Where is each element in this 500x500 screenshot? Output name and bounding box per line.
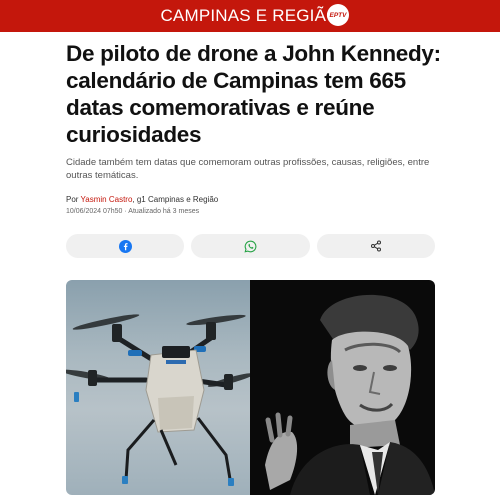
drone-photo [66, 280, 255, 495]
byline-suffix: , g1 Campinas e Região [132, 195, 219, 204]
section-title[interactable]: CAMPINAS E REGIÃO [160, 6, 339, 26]
article-subtitle: Cidade também tem datas que comemoram ou… [66, 157, 430, 181]
share-icon [370, 240, 381, 252]
section-header: CAMPINAS E REGIÃO EPTV [0, 0, 500, 32]
publish-date: 10/06/2024 07h50 · Atualizado há 3 meses [66, 208, 200, 215]
share-whatsapp-button[interactable] [191, 234, 310, 258]
hero-image[interactable] [66, 280, 435, 495]
byline: Por Yasmin Castro, g1 Campinas e Região [66, 195, 218, 204]
drone-illustration [66, 314, 255, 486]
facebook-icon [118, 239, 132, 253]
article-headline: De piloto de drone a John Kennedy: calen… [66, 41, 441, 147]
share-facebook-button[interactable] [66, 234, 185, 258]
share-bar [66, 234, 435, 258]
kennedy-illustration [265, 294, 435, 495]
whatsapp-icon [244, 240, 257, 253]
kennedy-photo [250, 280, 435, 495]
byline-prefix: Por [66, 195, 81, 204]
eptv-logo[interactable]: EPTV [327, 4, 349, 26]
author-link[interactable]: Yasmin Castro [81, 195, 133, 204]
share-generic-button[interactable] [316, 234, 435, 258]
